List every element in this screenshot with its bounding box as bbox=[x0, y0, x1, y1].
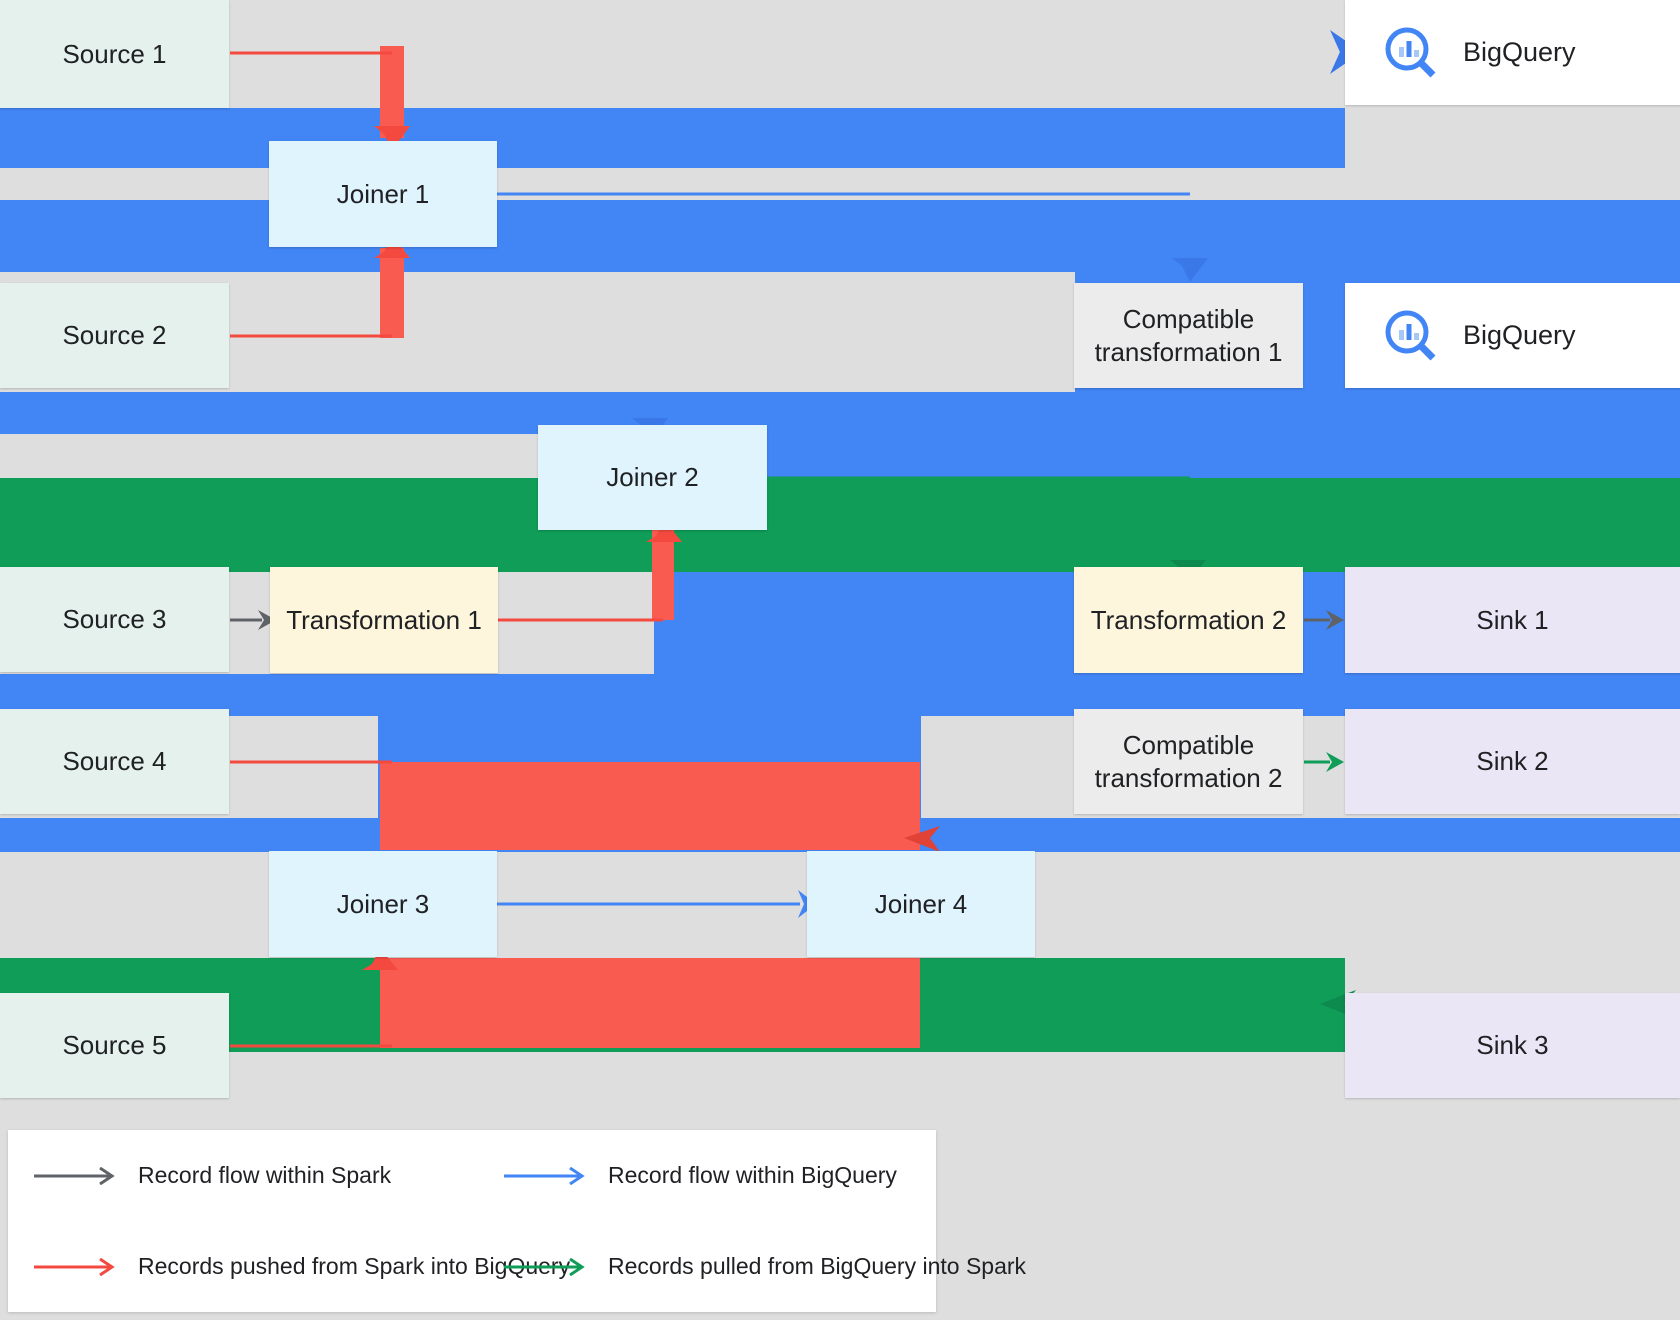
node-compatible-transformation-2[interactable]: Compatible transformation 2 bbox=[1074, 709, 1303, 814]
node-label: Joiner 3 bbox=[336, 888, 430, 919]
bigquery-icon bbox=[1381, 23, 1441, 83]
node-label: Sink 3 bbox=[1476, 1030, 1549, 1061]
node-sink-1[interactable]: Sink 1 bbox=[1345, 567, 1680, 673]
node-label: Source 4 bbox=[62, 746, 167, 777]
node-source-3[interactable]: Source 3 bbox=[0, 567, 229, 672]
legend-item-pulled-from-bigquery: Records pulled from BigQuery into Spark bbox=[478, 1221, 1026, 1312]
node-transformation-2[interactable]: Transformation 2 bbox=[1074, 567, 1303, 673]
node-source-1[interactable]: Source 1 bbox=[0, 0, 229, 108]
node-source-5[interactable]: Source 5 bbox=[0, 993, 229, 1098]
arrow-right-icon bbox=[502, 1257, 592, 1276]
node-label: Joiner 1 bbox=[336, 178, 430, 209]
node-compatible-transformation-1[interactable]: Compatible transformation 1 bbox=[1074, 283, 1303, 388]
legend-label: Record flow within Spark bbox=[138, 1162, 392, 1188]
node-label: BigQuery bbox=[1463, 36, 1576, 67]
bigquery-icon bbox=[1381, 306, 1441, 366]
arrow-right-icon bbox=[32, 1257, 122, 1276]
node-label: Sink 2 bbox=[1476, 746, 1549, 777]
node-transformation-1[interactable]: Transformation 1 bbox=[270, 567, 498, 673]
legend-item-spark-flow: Record flow within Spark bbox=[8, 1130, 478, 1221]
node-label: Source 5 bbox=[62, 1030, 167, 1061]
arrow-right-icon bbox=[32, 1166, 122, 1185]
node-label: Transformation 2 bbox=[1090, 604, 1287, 635]
legend: Record flow within Spark Record flow wit… bbox=[8, 1130, 1026, 1312]
node-label: Joiner 2 bbox=[606, 462, 699, 493]
node-label: Transformation 1 bbox=[286, 604, 482, 635]
node-label: Sink 1 bbox=[1476, 604, 1549, 635]
node-joiner-3[interactable]: Joiner 3 bbox=[269, 851, 497, 957]
node-sink-3[interactable]: Sink 3 bbox=[1345, 993, 1680, 1098]
node-sink-2[interactable]: Sink 2 bbox=[1345, 709, 1680, 814]
node-bigquery-2[interactable]: BigQuery bbox=[1345, 283, 1680, 388]
diagram-canvas: Source 1 Source 2 Source 3 Source 4 Sour… bbox=[0, 0, 1680, 1320]
legend-item-pushed-to-bigquery: Records pushed from Spark into BigQuery bbox=[8, 1221, 570, 1312]
legend-label: Record flow within BigQuery bbox=[608, 1162, 897, 1188]
node-label: Source 1 bbox=[62, 38, 167, 69]
node-joiner-1[interactable]: Joiner 1 bbox=[269, 141, 497, 247]
node-label: BigQuery bbox=[1463, 319, 1576, 350]
node-joiner-4[interactable]: Joiner 4 bbox=[807, 851, 1035, 957]
node-label: Compatible transformation 1 bbox=[1094, 304, 1283, 367]
node-joiner-2[interactable]: Joiner 2 bbox=[538, 425, 767, 530]
arrow-right-icon bbox=[502, 1166, 592, 1185]
node-label: Source 3 bbox=[62, 604, 167, 635]
node-source-4[interactable]: Source 4 bbox=[0, 709, 229, 814]
node-label: Source 2 bbox=[62, 320, 167, 351]
node-source-2[interactable]: Source 2 bbox=[0, 283, 229, 388]
node-bigquery-1[interactable]: BigQuery bbox=[1345, 0, 1680, 105]
legend-label: Records pulled from BigQuery into Spark bbox=[608, 1253, 1027, 1279]
legend-item-bigquery-flow: Record flow within BigQuery bbox=[478, 1130, 936, 1221]
node-label: Compatible transformation 2 bbox=[1094, 730, 1283, 793]
node-label: Joiner 4 bbox=[874, 888, 968, 919]
